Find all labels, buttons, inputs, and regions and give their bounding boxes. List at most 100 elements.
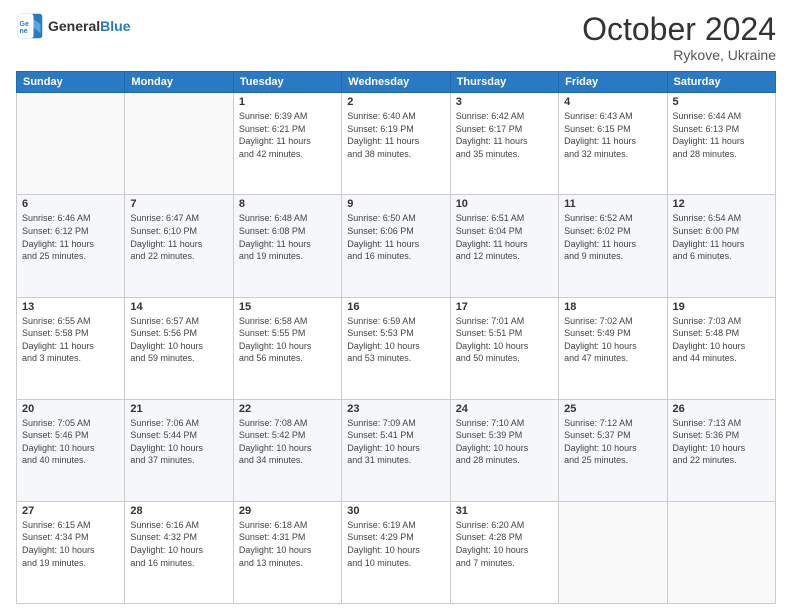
col-thursday: Thursday: [450, 72, 558, 93]
location-subtitle: Rykove, Ukraine: [582, 47, 776, 63]
calendar-table: Sunday Monday Tuesday Wednesday Thursday…: [16, 71, 776, 604]
calendar-cell: 19 Sunrise: 7:03 AM Sunset: 5:48 PM Dayli…: [667, 297, 775, 399]
calendar-cell: 31 Sunrise: 6:20 AM Sunset: 4:28 PM Dayli…: [450, 501, 558, 603]
calendar-cell: 10 Sunrise: 6:51 AM Sunset: 6:04 PM Dayli…: [450, 195, 558, 297]
day-number: 2: [347, 96, 444, 108]
day-number: 16: [347, 301, 444, 313]
day-info: Sunrise: 6:48 AM Sunset: 6:08 PM Dayligh…: [239, 212, 336, 262]
day-number: 12: [673, 198, 770, 210]
calendar-week-row: 27Sunrise: 6:15 AM Sunset: 4:34 PM Dayli…: [17, 501, 776, 603]
calendar-cell: 30Sunrise: 6:19 AM Sunset: 4:29 PM Dayli…: [342, 501, 450, 603]
day-number: 18: [564, 301, 661, 313]
day-info: Sunrise: 6:46 AM Sunset: 6:12 PM Dayligh…: [22, 212, 119, 262]
day-number: 7: [130, 198, 227, 210]
calendar-cell: 13 Sunrise: 6:55 AM Sunset: 5:58 PM Dayli…: [17, 297, 125, 399]
calendar-cell: 16 Sunrise: 6:59 AM Sunset: 5:53 PM Dayli…: [342, 297, 450, 399]
day-number: 31: [456, 505, 553, 517]
calendar-cell: 21 Sunrise: 7:06 AM Sunset: 5:44 PM Dayli…: [125, 399, 233, 501]
calendar-cell: 27Sunrise: 6:15 AM Sunset: 4:34 PM Dayli…: [17, 501, 125, 603]
day-info: Sunrise: 6:55 AM Sunset: 5:58 PM Dayligh…: [22, 315, 119, 365]
day-number: 30: [347, 505, 444, 517]
col-tuesday: Tuesday: [233, 72, 341, 93]
month-title: October 2024: [582, 12, 776, 47]
calendar-week-row: 20 Sunrise: 7:05 AM Sunset: 5:46 PM Dayli…: [17, 399, 776, 501]
day-info: Sunrise: 6:54 AM Sunset: 6:00 PM Dayligh…: [673, 212, 770, 262]
day-info: Sunrise: 7:05 AM Sunset: 5:46 PM Dayligh…: [22, 417, 119, 467]
col-saturday: Saturday: [667, 72, 775, 93]
day-number: 24: [456, 403, 553, 415]
day-info: Sunrise: 6:39 AM Sunset: 6:21 PM Dayligh…: [239, 110, 336, 160]
svg-text:ne: ne: [20, 28, 28, 35]
day-number: 5: [673, 96, 770, 108]
calendar-cell: 4Sunrise: 6:43 AM Sunset: 6:15 PM Daylig…: [559, 93, 667, 195]
logo: Ge ne GeneralBlue: [16, 12, 130, 40]
day-number: 4: [564, 96, 661, 108]
day-number: 11: [564, 198, 661, 210]
calendar-cell: 6 Sunrise: 6:46 AM Sunset: 6:12 PM Daylig…: [17, 195, 125, 297]
day-info: Sunrise: 7:09 AM Sunset: 5:41 PM Dayligh…: [347, 417, 444, 467]
calendar-cell: 22 Sunrise: 7:08 AM Sunset: 5:42 PM Dayli…: [233, 399, 341, 501]
day-number: 3: [456, 96, 553, 108]
calendar-cell: 11 Sunrise: 6:52 AM Sunset: 6:02 PM Dayli…: [559, 195, 667, 297]
page-container: Ge ne GeneralBlue October 2024 Rykove, U…: [0, 0, 792, 612]
day-info: Sunrise: 6:50 AM Sunset: 6:06 PM Dayligh…: [347, 212, 444, 262]
calendar-cell: 23 Sunrise: 7:09 AM Sunset: 5:41 PM Dayli…: [342, 399, 450, 501]
day-info: Sunrise: 6:44 AM Sunset: 6:13 PM Dayligh…: [673, 110, 770, 160]
day-number: 15: [239, 301, 336, 313]
calendar-cell: 9 Sunrise: 6:50 AM Sunset: 6:06 PM Daylig…: [342, 195, 450, 297]
day-number: 8: [239, 198, 336, 210]
day-number: 1: [239, 96, 336, 108]
calendar-cell: 20 Sunrise: 7:05 AM Sunset: 5:46 PM Dayli…: [17, 399, 125, 501]
calendar-cell: 8 Sunrise: 6:48 AM Sunset: 6:08 PM Daylig…: [233, 195, 341, 297]
day-number: 25: [564, 403, 661, 415]
calendar-cell: 15Sunrise: 6:58 AM Sunset: 5:55 PM Dayli…: [233, 297, 341, 399]
day-info: Sunrise: 6:40 AM Sunset: 6:19 PM Dayligh…: [347, 110, 444, 160]
col-wednesday: Wednesday: [342, 72, 450, 93]
calendar-week-row: 13 Sunrise: 6:55 AM Sunset: 5:58 PM Dayli…: [17, 297, 776, 399]
day-number: 23: [347, 403, 444, 415]
day-number: 20: [22, 403, 119, 415]
calendar-cell: 24 Sunrise: 7:10 AM Sunset: 5:39 PM Dayli…: [450, 399, 558, 501]
day-number: 6: [22, 198, 119, 210]
day-info: Sunrise: 6:18 AM Sunset: 4:31 PM Dayligh…: [239, 519, 336, 569]
calendar-cell: 5 Sunrise: 6:44 AM Sunset: 6:13 PM Daylig…: [667, 93, 775, 195]
day-number: 22: [239, 403, 336, 415]
day-info: Sunrise: 6:42 AM Sunset: 6:17 PM Dayligh…: [456, 110, 553, 160]
day-info: Sunrise: 6:47 AM Sunset: 6:10 PM Dayligh…: [130, 212, 227, 262]
day-number: 10: [456, 198, 553, 210]
day-info: Sunrise: 6:20 AM Sunset: 4:28 PM Dayligh…: [456, 519, 553, 569]
col-monday: Monday: [125, 72, 233, 93]
day-number: 13: [22, 301, 119, 313]
day-number: 9: [347, 198, 444, 210]
day-info: Sunrise: 6:59 AM Sunset: 5:53 PM Dayligh…: [347, 315, 444, 365]
day-info: Sunrise: 7:08 AM Sunset: 5:42 PM Dayligh…: [239, 417, 336, 467]
day-number: 21: [130, 403, 227, 415]
calendar-cell: 14Sunrise: 6:57 AM Sunset: 5:56 PM Dayli…: [125, 297, 233, 399]
day-number: 19: [673, 301, 770, 313]
day-info: Sunrise: 7:01 AM Sunset: 5:51 PM Dayligh…: [456, 315, 553, 365]
day-info: Sunrise: 6:57 AM Sunset: 5:56 PM Dayligh…: [130, 315, 227, 365]
calendar-cell: 25Sunrise: 7:12 AM Sunset: 5:37 PM Dayli…: [559, 399, 667, 501]
col-friday: Friday: [559, 72, 667, 93]
day-info: Sunrise: 7:13 AM Sunset: 5:36 PM Dayligh…: [673, 417, 770, 467]
calendar-cell: 18 Sunrise: 7:02 AM Sunset: 5:49 PM Dayli…: [559, 297, 667, 399]
day-info: Sunrise: 7:06 AM Sunset: 5:44 PM Dayligh…: [130, 417, 227, 467]
calendar-header-row: Sunday Monday Tuesday Wednesday Thursday…: [17, 72, 776, 93]
calendar-body: 1 Sunrise: 6:39 AM Sunset: 6:21 PM Daylig…: [17, 93, 776, 604]
header: Ge ne GeneralBlue October 2024 Rykove, U…: [16, 12, 776, 63]
calendar-cell: 2 Sunrise: 6:40 AM Sunset: 6:19 PM Daylig…: [342, 93, 450, 195]
calendar-cell: [559, 501, 667, 603]
calendar-cell: 12 Sunrise: 6:54 AM Sunset: 6:00 PM Dayli…: [667, 195, 775, 297]
day-info: Sunrise: 7:10 AM Sunset: 5:39 PM Dayligh…: [456, 417, 553, 467]
calendar-cell: [667, 501, 775, 603]
day-info: Sunrise: 6:51 AM Sunset: 6:04 PM Dayligh…: [456, 212, 553, 262]
title-block: October 2024 Rykove, Ukraine: [582, 12, 776, 63]
day-info: Sunrise: 7:03 AM Sunset: 5:48 PM Dayligh…: [673, 315, 770, 365]
day-info: Sunrise: 7:02 AM Sunset: 5:49 PM Dayligh…: [564, 315, 661, 365]
calendar-cell: 17Sunrise: 7:01 AM Sunset: 5:51 PM Dayli…: [450, 297, 558, 399]
calendar-cell: 26Sunrise: 7:13 AM Sunset: 5:36 PM Dayli…: [667, 399, 775, 501]
calendar-cell: 3 Sunrise: 6:42 AM Sunset: 6:17 PM Daylig…: [450, 93, 558, 195]
col-sunday: Sunday: [17, 72, 125, 93]
day-info: Sunrise: 6:52 AM Sunset: 6:02 PM Dayligh…: [564, 212, 661, 262]
calendar-cell: 1 Sunrise: 6:39 AM Sunset: 6:21 PM Daylig…: [233, 93, 341, 195]
